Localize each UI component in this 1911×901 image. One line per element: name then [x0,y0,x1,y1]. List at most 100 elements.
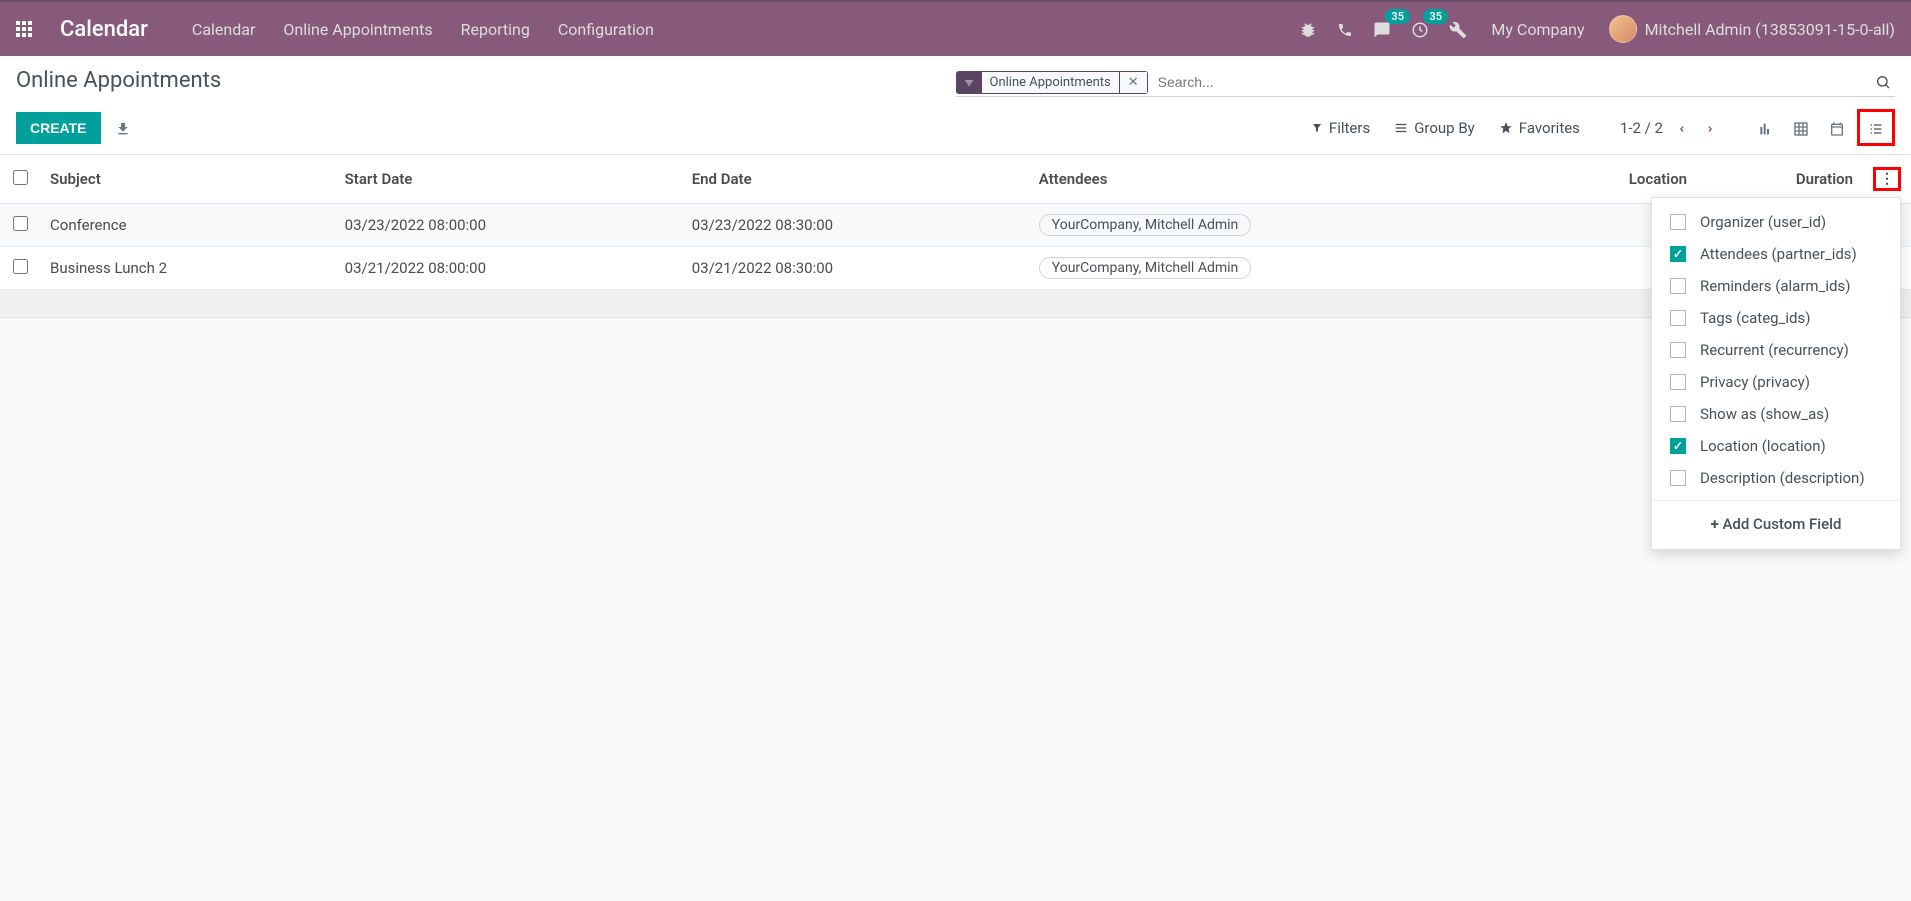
navbar-left: Calendar Calendar Online Appointments Re… [16,12,658,47]
cell-subject: Conference [40,204,335,247]
field-checkbox[interactable] [1670,342,1686,358]
facet-label: Online Appointments [982,71,1120,94]
filter-facet-icon [956,71,982,93]
cell-subject: Business Lunch 2 [40,247,335,290]
company-selector[interactable]: My Company [1487,12,1588,47]
graph-view-button[interactable] [1749,112,1781,143]
select-all-header [0,155,40,204]
create-button[interactable]: CREATE [16,112,101,144]
pager: 1-2 / 2 [1620,113,1719,142]
optional-field-item[interactable]: Privacy (privacy) [1652,366,1900,398]
messages-icon[interactable]: 35 [1373,19,1391,39]
optional-field-item[interactable]: Attendees (partner_ids) [1652,238,1900,270]
column-attendees[interactable]: Attendees [1029,155,1529,204]
main-navbar: Calendar Calendar Online Appointments Re… [0,0,1911,56]
field-checkbox[interactable] [1670,406,1686,422]
activities-badge: 35 [1423,9,1448,24]
column-options-button[interactable]: ⋮ [1873,167,1901,191]
favorites-label: Favorites [1519,119,1580,137]
dropdown-divider [1652,500,1900,501]
pager-next-button[interactable] [1701,113,1719,142]
field-checkbox[interactable] [1670,278,1686,294]
optional-field-item[interactable]: Location (location) [1652,430,1900,462]
row-checkbox[interactable] [13,259,28,274]
table-footer-row [0,290,1911,318]
optional-field-item[interactable]: Reminders (alarm_ids) [1652,270,1900,302]
field-label: Description (description) [1700,469,1865,487]
bug-icon[interactable] [1299,19,1317,39]
activities-icon[interactable]: 35 [1411,19,1429,39]
field-label: Privacy (privacy) [1700,373,1810,391]
apps-icon[interactable] [16,21,32,37]
filters-button[interactable]: Filters [1311,119,1370,137]
field-checkbox[interactable] [1670,214,1686,230]
nav-online-appointments[interactable]: Online Appointments [279,12,436,47]
field-checkbox[interactable] [1670,438,1686,454]
table-row[interactable]: Conference03/23/2022 08:00:0003/23/2022 … [0,204,1911,247]
groupby-label: Group By [1414,119,1475,137]
optional-field-item[interactable]: Recurrent (recurrency) [1652,334,1900,366]
app-brand[interactable]: Calendar [60,17,148,42]
cell-attendees: YourCompany, Mitchell Admin [1029,204,1529,247]
add-custom-field-button[interactable]: + Add Custom Field [1652,507,1900,541]
attendee-tag: YourCompany, Mitchell Admin [1039,257,1252,279]
cell-attendees: YourCompany, Mitchell Admin [1029,247,1529,290]
facet-remove-button[interactable]: ✕ [1120,71,1148,94]
column-end-date[interactable]: End Date [682,155,1029,204]
cell-end: 03/23/2022 08:30:00 [682,204,1029,247]
search-bar: Online Appointments ✕ [956,68,1896,97]
search-options: Filters Group By Favorites [1311,119,1580,137]
cell-start: 03/21/2022 08:00:00 [335,247,682,290]
column-options-header: ⋮ Organizer (user_id)Attendees (partner_… [1863,155,1911,204]
select-all-checkbox[interactable] [13,170,28,185]
nav-calendar[interactable]: Calendar [188,12,259,47]
search-icon[interactable] [1871,70,1895,94]
nav-reporting[interactable]: Reporting [457,12,534,47]
pager-prev-button[interactable] [1673,113,1691,142]
row-checkbox[interactable] [13,216,28,231]
column-subject[interactable]: Subject [40,155,335,204]
attendee-tag: YourCompany, Mitchell Admin [1039,214,1252,236]
favorites-button[interactable]: Favorites [1499,119,1580,137]
tools-icon[interactable] [1449,19,1467,39]
phone-icon[interactable] [1337,20,1353,39]
field-checkbox[interactable] [1670,470,1686,486]
field-label: Recurrent (recurrency) [1700,341,1849,359]
field-checkbox[interactable] [1670,310,1686,326]
search-input[interactable] [1154,70,1871,94]
table-row[interactable]: Business Lunch 203/21/2022 08:00:0003/21… [0,247,1911,290]
field-checkbox[interactable] [1670,246,1686,262]
nav-configuration[interactable]: Configuration [554,12,658,47]
field-label: Reminders (alarm_ids) [1700,277,1850,295]
optional-field-item[interactable]: Tags (categ_ids) [1652,302,1900,334]
field-label: Organizer (user_id) [1700,213,1826,231]
control-panel: Online Appointments Online Appointments … [0,56,1911,155]
data-table: Subject Start Date End Date Attendees Lo… [0,155,1911,318]
field-label: Tags (categ_ids) [1700,309,1810,327]
cell-start: 03/23/2022 08:00:00 [335,204,682,247]
filters-label: Filters [1329,119,1370,137]
navbar-right: 35 35 My Company Mitchell Admin (1385309… [1299,12,1895,47]
optional-field-item[interactable]: Organizer (user_id) [1652,206,1900,238]
search-facet: Online Appointments ✕ [956,71,1148,94]
list-view: Subject Start Date End Date Attendees Lo… [0,155,1911,318]
user-name-label: Mitchell Admin (13853091-15-0-all) [1645,20,1895,39]
optional-field-item[interactable]: Show as (show_as) [1652,398,1900,430]
field-label: Show as (show_as) [1700,405,1829,423]
cell-end: 03/21/2022 08:30:00 [682,247,1029,290]
pivot-view-button[interactable] [1785,112,1817,143]
pager-range[interactable]: 1-2 / 2 [1620,119,1663,137]
list-view-button[interactable] [1857,109,1895,146]
field-checkbox[interactable] [1670,374,1686,390]
avatar-icon [1609,15,1637,43]
column-start-date[interactable]: Start Date [335,155,682,204]
export-button[interactable] [115,118,131,137]
optional-field-item[interactable]: Description (description) [1652,462,1900,494]
field-label: Location (location) [1700,437,1826,455]
optional-fields-dropdown: Organizer (user_id) Attendees (partner_id… [1651,197,1901,550]
groupby-button[interactable]: Group By [1394,119,1475,137]
calendar-view-button[interactable] [1821,112,1853,143]
user-menu[interactable]: Mitchell Admin (13853091-15-0-all) [1609,15,1895,43]
page-title: Online Appointments [16,68,221,93]
view-switcher [1749,109,1895,146]
